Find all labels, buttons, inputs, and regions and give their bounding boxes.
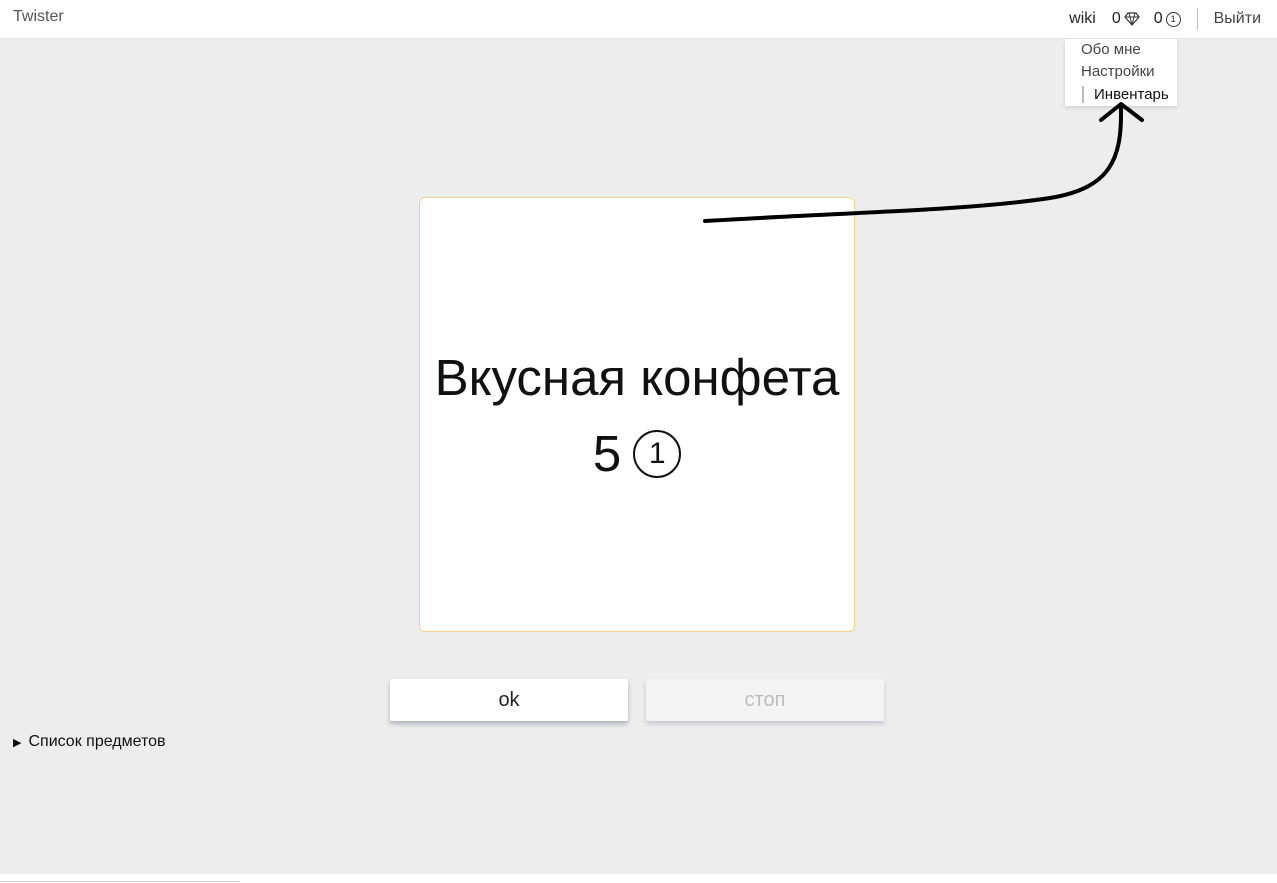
bottom-divider <box>0 881 240 882</box>
triangle-right-icon: ▶ <box>13 736 22 749</box>
coins-count: 0 <box>1153 10 1163 27</box>
gems-count: 0 <box>1111 10 1121 27</box>
coin-icon: 1 <box>1165 11 1181 27</box>
items-list-label: Список предметов <box>28 733 166 750</box>
item-title: Вкусная конфета <box>434 349 840 406</box>
bottom-strip <box>0 874 1277 883</box>
header-nav: wiki 0 0 1 Выйти <box>1069 8 1261 30</box>
item-price: 5 1 <box>420 424 854 483</box>
item-price-value: 5 <box>592 425 622 482</box>
coin-icon: 1 <box>633 429 682 478</box>
logout-button[interactable]: Выйти <box>1214 10 1261 28</box>
user-menu-dropdown: Обо мне Настройки Инвентарь <box>1065 39 1177 106</box>
brand-link[interactable]: Twister <box>13 8 64 26</box>
items-list-toggle[interactable]: ▶ Список предметов <box>13 733 166 751</box>
menu-item-inventory[interactable]: Инвентарь <box>1082 86 1169 103</box>
coins-counter: 0 1 <box>1154 10 1181 28</box>
ok-button[interactable]: ok <box>390 679 628 721</box>
menu-item-settings[interactable]: Настройки <box>1081 63 1155 80</box>
top-bar: Twister wiki 0 0 1 Выйти <box>0 0 1277 39</box>
wiki-link[interactable]: wiki <box>1069 10 1096 28</box>
item-card: Вкусная конфета 5 1 <box>419 197 855 632</box>
stop-button[interactable]: стоп <box>646 679 884 721</box>
gems-counter: 0 <box>1112 10 1140 28</box>
header-divider <box>1196 8 1198 30</box>
menu-item-about[interactable]: Обо мне <box>1081 41 1141 58</box>
gem-icon <box>1123 12 1140 26</box>
